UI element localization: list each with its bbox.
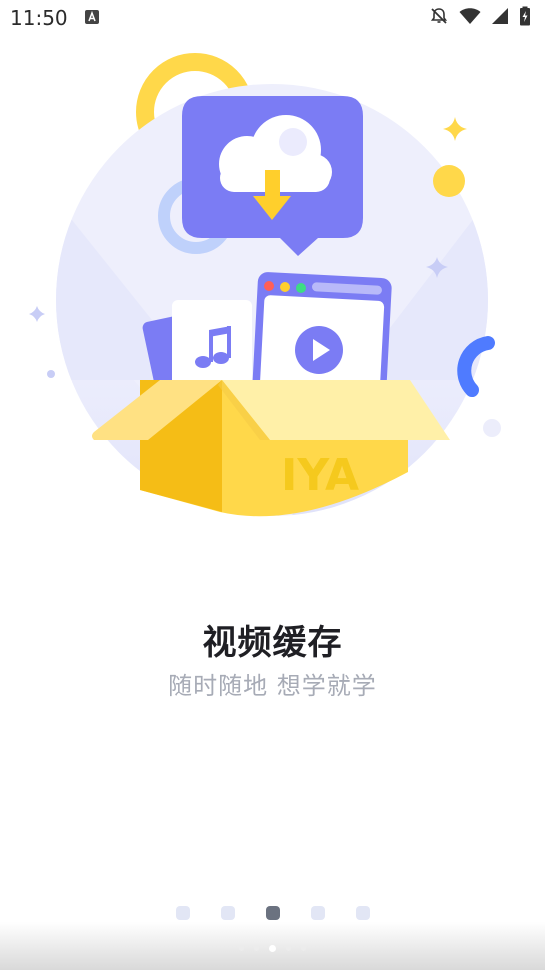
sparkle-icon (443, 117, 467, 141)
gesture-handle[interactable] (0, 945, 545, 952)
page-indicator (0, 905, 545, 921)
page-dot-2[interactable] (220, 906, 235, 920)
window-close-dot (264, 281, 274, 291)
status-bar: 11:50 (0, 0, 545, 36)
window-maximize-dot (296, 283, 306, 293)
decor-dot (483, 419, 501, 437)
navigation-bar (0, 922, 545, 970)
mute-icon (429, 6, 449, 31)
cloud-download-card (182, 96, 363, 256)
decor-yellow-dot (433, 165, 465, 197)
wifi-icon (459, 6, 481, 30)
battery-charging-icon (519, 6, 531, 31)
status-right (429, 6, 531, 31)
signal-icon (491, 6, 509, 30)
open-box: IYA (92, 380, 450, 517)
page-dot-3[interactable] (265, 906, 280, 920)
box-logo-text: IYA (281, 450, 359, 501)
page-dot-4[interactable] (310, 906, 325, 920)
window-minimize-dot (280, 282, 290, 292)
status-left: 11:50 (10, 6, 100, 30)
onboarding-illustration: IYA (0, 40, 545, 540)
page-dot-5[interactable] (355, 906, 370, 920)
page-dot-1[interactable] (175, 906, 190, 920)
sparkle-icon (29, 306, 45, 322)
decor-dot (47, 370, 55, 378)
clock: 11:50 (10, 6, 68, 30)
play-icon (295, 326, 343, 374)
onboarding-subtitle: 随时随地 想学就学 (168, 672, 377, 700)
a-notification-icon (84, 6, 100, 30)
onboarding-title: 视频缓存 (202, 623, 343, 663)
